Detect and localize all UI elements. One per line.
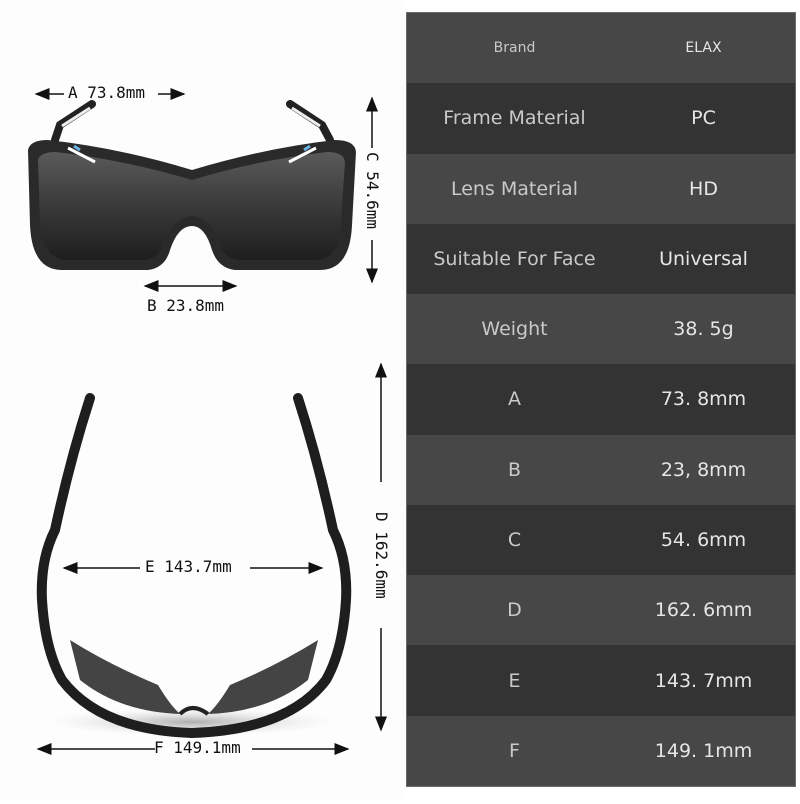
spec-value: 23, 8mm <box>660 458 747 481</box>
spec-table: Brand ELAX Frame Material PC Lens Materi… <box>406 12 796 787</box>
spec-row-d: D 162. 6mm <box>407 575 795 646</box>
front-view-glasses <box>28 100 356 270</box>
spec-row-weight: Weight 38. 5g <box>407 294 795 365</box>
spec-label: D <box>507 599 522 622</box>
spec-label: B <box>507 458 522 481</box>
spec-label: Frame Material <box>443 107 586 130</box>
spec-value: 73. 8mm <box>660 388 747 411</box>
spec-label: Lens Material <box>450 177 579 200</box>
spec-value: HD <box>689 177 718 200</box>
spec-row-lens-material: Lens Material HD <box>407 153 795 224</box>
glasses-illustration <box>28 88 387 755</box>
spec-value: 162. 6mm <box>654 599 753 622</box>
spec-value: 54. 6mm <box>660 528 747 551</box>
spec-row-frame-material: Frame Material PC <box>407 83 795 154</box>
spec-label: C <box>507 528 522 551</box>
spec-label: Brand <box>493 40 536 57</box>
product-diagram: A 73.8mm B 23.8mm C 54.6mm D 162.6mm E 1… <box>0 0 405 800</box>
spec-label: F <box>509 739 520 762</box>
dimension-f-label: F 149.1mm <box>154 738 241 757</box>
spec-value: Universal <box>659 247 748 270</box>
spec-value: PC <box>691 107 716 130</box>
spec-label: A <box>508 388 521 411</box>
spec-row-e: E 143. 7mm <box>407 645 795 716</box>
dimension-c-label: C 54.6mm <box>363 152 382 230</box>
spec-row-b: B 23, 8mm <box>407 434 795 505</box>
spec-row-c: C 54. 6mm <box>407 504 795 576</box>
dimension-a-label: A 73.8mm <box>68 83 146 102</box>
spec-label: E <box>508 669 521 692</box>
spec-row-f: F 149. 1mm <box>407 715 795 786</box>
spec-value: 38. 5g <box>673 318 734 341</box>
dimension-e-label: E 143.7mm <box>145 557 232 576</box>
spec-value: 143. 7mm <box>654 669 753 692</box>
spec-value: 149. 1mm <box>654 739 753 762</box>
spec-row-a: A 73. 8mm <box>407 364 795 435</box>
spec-value: ELAX <box>685 40 722 57</box>
spec-row-brand: Brand ELAX <box>407 13 795 84</box>
dimension-b-label: B 23.8mm <box>147 296 225 315</box>
spec-label: Weight <box>481 318 548 341</box>
spec-label: Suitable For Face <box>433 247 596 270</box>
dimension-d-label: D 162.6mm <box>372 512 391 599</box>
spec-row-suitable-face: Suitable For Face Universal <box>407 223 795 295</box>
